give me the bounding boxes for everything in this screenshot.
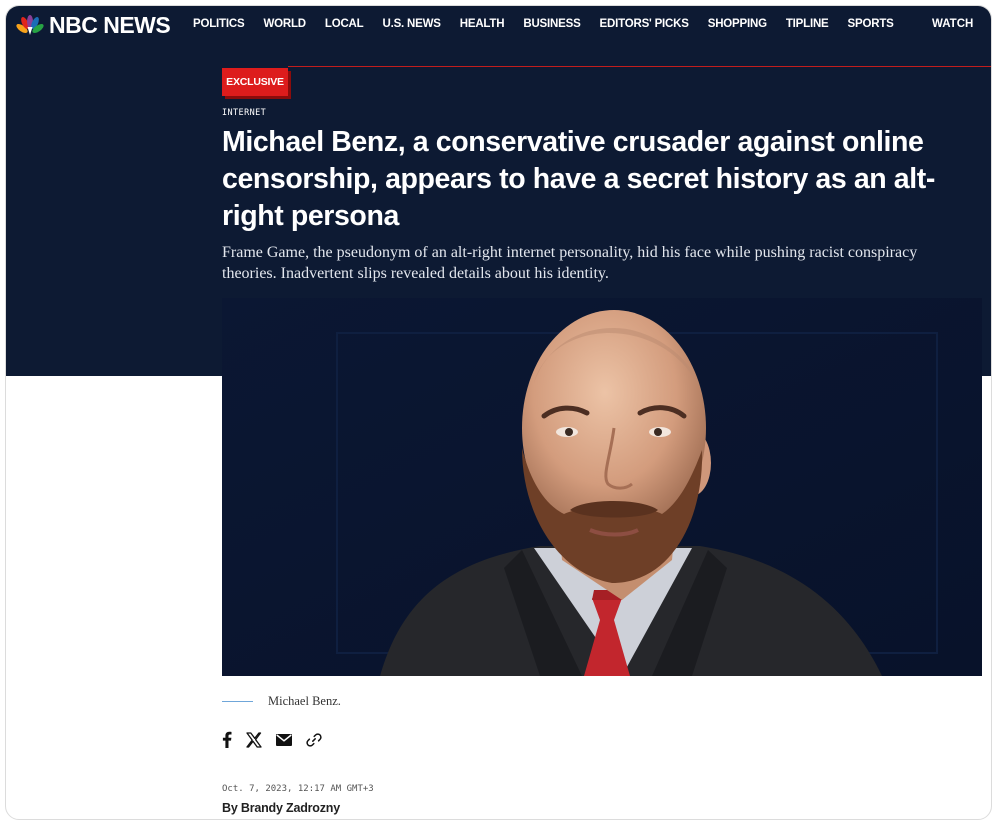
top-nav: NBC NEWS POLITICS WORLD LOCAL U.S. NEWS … [6,6,991,46]
nav-item-health[interactable]: HEALTH [460,18,505,30]
email-icon[interactable] [276,733,292,746]
byline-prefix: By [222,801,238,815]
lead-photo [222,298,982,676]
nav-item-sports[interactable]: SPORTS [848,18,894,30]
watch-link[interactable]: WATCH [932,18,973,30]
nav-item-tipline[interactable]: TIPLINE [786,18,829,30]
nav-item-business[interactable]: BUSINESS [523,18,580,30]
photo-caption: Michael Benz. [268,694,341,708]
x-twitter-icon[interactable] [246,731,262,748]
caption-line [222,701,253,702]
nav-item-local[interactable]: LOCAL [325,18,364,30]
nav-links: POLITICS WORLD LOCAL U.S. NEWS HEALTH BU… [193,18,913,30]
article-screenshot: NBC NEWS POLITICS WORLD LOCAL U.S. NEWS … [5,5,992,820]
badge-rule [288,66,991,67]
publish-date: Oct. 7, 2023, 12:17 AM GMT+3 [222,784,374,794]
share-bar [222,731,336,748]
link-icon[interactable] [306,732,322,748]
byline: By Brandy Zadrozny [222,801,340,815]
exclusive-badge: EXCLUSIVE [222,68,288,96]
article-dek: Frame Game, the pseudonym of an alt-righ… [222,244,918,282]
peacock-icon [16,15,44,35]
nav-item-editors-picks[interactable]: EDITORS' PICKS [600,18,689,30]
article-headline: Michael Benz, a conservative crusader ag… [222,126,935,232]
nav-item-politics[interactable]: POLITICS [193,18,245,30]
author-link[interactable]: Brandy Zadrozny [241,801,340,815]
category-label[interactable]: INTERNET [222,108,266,118]
portrait-illustration [222,298,982,676]
brand-name: NBC NEWS [49,12,171,38]
nbc-logo[interactable]: NBC NEWS [16,12,171,38]
nav-item-us-news[interactable]: U.S. NEWS [382,18,440,30]
badge-label: EXCLUSIVE [226,76,284,88]
nav-item-shopping[interactable]: SHOPPING [708,18,767,30]
facebook-icon[interactable] [222,731,232,748]
nav-item-world[interactable]: WORLD [263,18,306,30]
